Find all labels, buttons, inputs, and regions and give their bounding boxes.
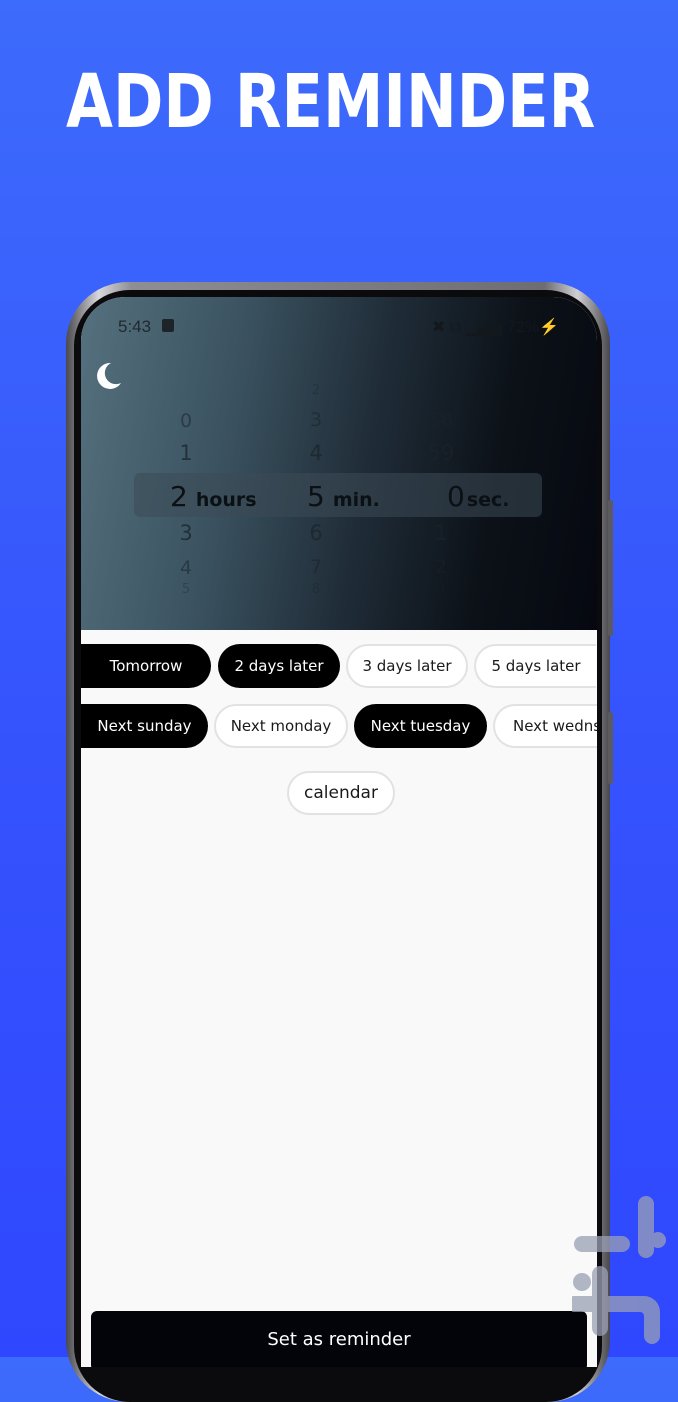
seconds-option[interactable]: 1 <box>421 521 461 545</box>
hours-option[interactable]: 0 <box>166 410 206 432</box>
status-time: 5:43 <box>118 317 152 336</box>
hours-option[interactable]: 5 <box>166 582 206 597</box>
chip-next-tuesday[interactable]: Next tuesday <box>354 704 487 748</box>
chip-next-sunday[interactable]: Next sunday <box>81 704 208 748</box>
chip-2-days-later[interactable]: 2 days later <box>218 644 340 688</box>
status-bar: 5:43 ✖ ⧉ ▁▃▅ 72%⚡ <box>81 315 597 339</box>
hours-option[interactable]: 1 <box>166 441 206 465</box>
minutes-option[interactable]: 4 <box>296 441 336 465</box>
chip-5-days-later[interactable]: 5 days later <box>474 644 596 688</box>
seconds-option[interactable]: 3 <box>421 582 461 597</box>
minutes-value: 5 <box>307 480 325 513</box>
seconds-option[interactable]: 57 <box>421 383 461 398</box>
moon-icon[interactable] <box>91 359 125 393</box>
phone-side-button <box>608 712 613 784</box>
minutes-option[interactable]: 8 <box>296 582 336 597</box>
app-screen: 5:43 ✖ ⧉ ▁▃▅ 72%⚡ 0 1 3 4 5 2 hours 2 3 … <box>81 297 597 1367</box>
seconds-option[interactable]: 59 <box>421 441 461 465</box>
store-logo-icon <box>572 1196 666 1344</box>
minutes-option[interactable]: 3 <box>296 409 336 431</box>
hours-option[interactable]: 3 <box>166 521 206 545</box>
seconds-option[interactable]: 58 <box>421 409 461 431</box>
minutes-option[interactable]: 7 <box>296 556 336 578</box>
hours-unit: hours <box>195 489 257 511</box>
chip-tomorrow[interactable]: Tomorrow <box>81 644 211 688</box>
set-reminder-button[interactable]: Set as reminder <box>91 1311 587 1367</box>
page-headline: ADD REMINDER <box>66 59 596 145</box>
seconds-value: 0 <box>447 480 465 513</box>
seconds-unit: sec. <box>466 489 510 511</box>
calendar-button[interactable]: calendar <box>287 771 395 815</box>
chip-next-wednesday[interactable]: Next wedns <box>493 704 597 748</box>
minutes-selected[interactable]: 5 min. <box>307 480 380 513</box>
status-icons: ✖ ⧉ ▁▃▅ 72%⚡ <box>431 319 559 336</box>
notification-icon <box>162 319 174 332</box>
minutes-unit: min. <box>332 489 380 511</box>
chip-3-days-later[interactable]: 3 days later <box>346 644 468 688</box>
minutes-option[interactable]: 2 <box>296 383 336 398</box>
seconds-option[interactable]: 2 <box>421 556 461 578</box>
seconds-selected[interactable]: 0 sec. <box>447 480 510 513</box>
chip-next-monday[interactable]: Next monday <box>214 704 348 748</box>
phone-side-button <box>608 500 613 636</box>
hours-option[interactable]: 4 <box>166 557 206 579</box>
minutes-option[interactable]: 6 <box>296 521 336 545</box>
time-picker-header: 5:43 ✖ ⧉ ▁▃▅ 72%⚡ 0 1 3 4 5 2 hours 2 3 … <box>81 297 597 630</box>
hours-selected[interactable]: 2 hours <box>170 480 257 513</box>
hours-value: 2 <box>170 480 188 513</box>
